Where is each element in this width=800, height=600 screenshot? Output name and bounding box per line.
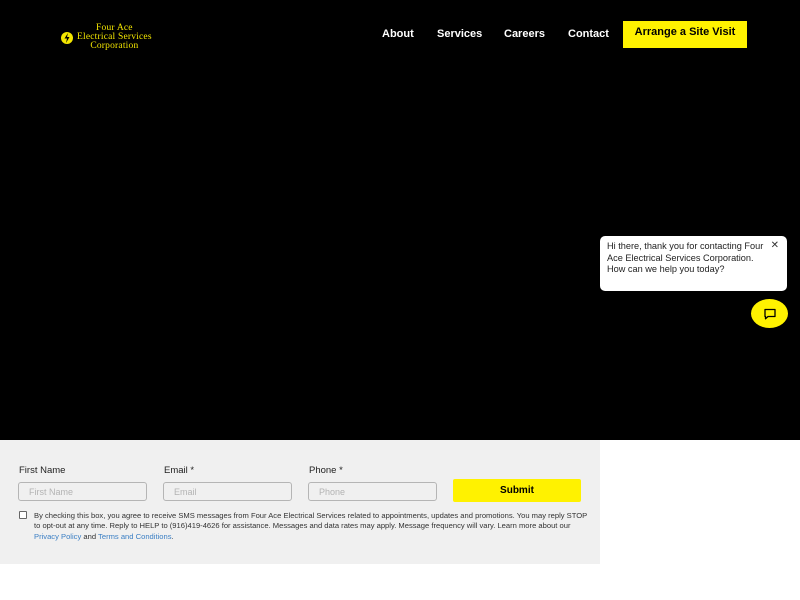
email-input[interactable] [163, 482, 292, 501]
sms-consent-text: By checking this box, you agree to recei… [34, 511, 594, 542]
nav-item-about[interactable]: About [382, 28, 414, 40]
chat-icon [763, 308, 776, 319]
nav-item-contact[interactable]: Contact [568, 28, 609, 40]
nav-item-services[interactable]: Services [437, 28, 482, 40]
chat-launcher-button[interactable] [751, 299, 788, 328]
submit-button[interactable]: Submit [453, 479, 581, 502]
email-label: Email * [164, 465, 195, 476]
nav-item-careers[interactable]: Careers [504, 28, 545, 40]
first-name-label: First Name [19, 465, 66, 476]
contact-form: First Name Email * Phone * Submit By che… [0, 440, 600, 564]
consent-and: and [83, 531, 97, 541]
privacy-policy-link[interactable]: Privacy Policy [34, 532, 81, 541]
brand-line-3: Corporation [90, 41, 139, 51]
chat-message: Hi there, thank you for contacting Four … [607, 241, 764, 274]
bolt-icon [61, 31, 73, 44]
chat-greeting-bubble: Hi there, thank you for contacting Four … [600, 236, 787, 291]
consent-period: . [171, 531, 174, 541]
close-icon[interactable]: ✕ [771, 240, 779, 251]
first-name-input[interactable] [18, 482, 147, 501]
consent-body: By checking this box, you agree to recei… [34, 511, 588, 531]
brand-logo[interactable]: Four Ace Electrical Services Corporation [60, 23, 152, 51]
hero-section: Four Ace Electrical Services Corporation… [0, 0, 800, 440]
brand-name: Four Ace Electrical Services Corporation [77, 23, 152, 51]
sms-consent-checkbox[interactable] [19, 511, 27, 519]
arrange-site-visit-button[interactable]: Arrange a Site Visit [623, 21, 747, 48]
phone-input[interactable] [308, 482, 437, 501]
terms-link[interactable]: Terms and Conditions [98, 532, 171, 541]
phone-label: Phone * [309, 465, 343, 476]
